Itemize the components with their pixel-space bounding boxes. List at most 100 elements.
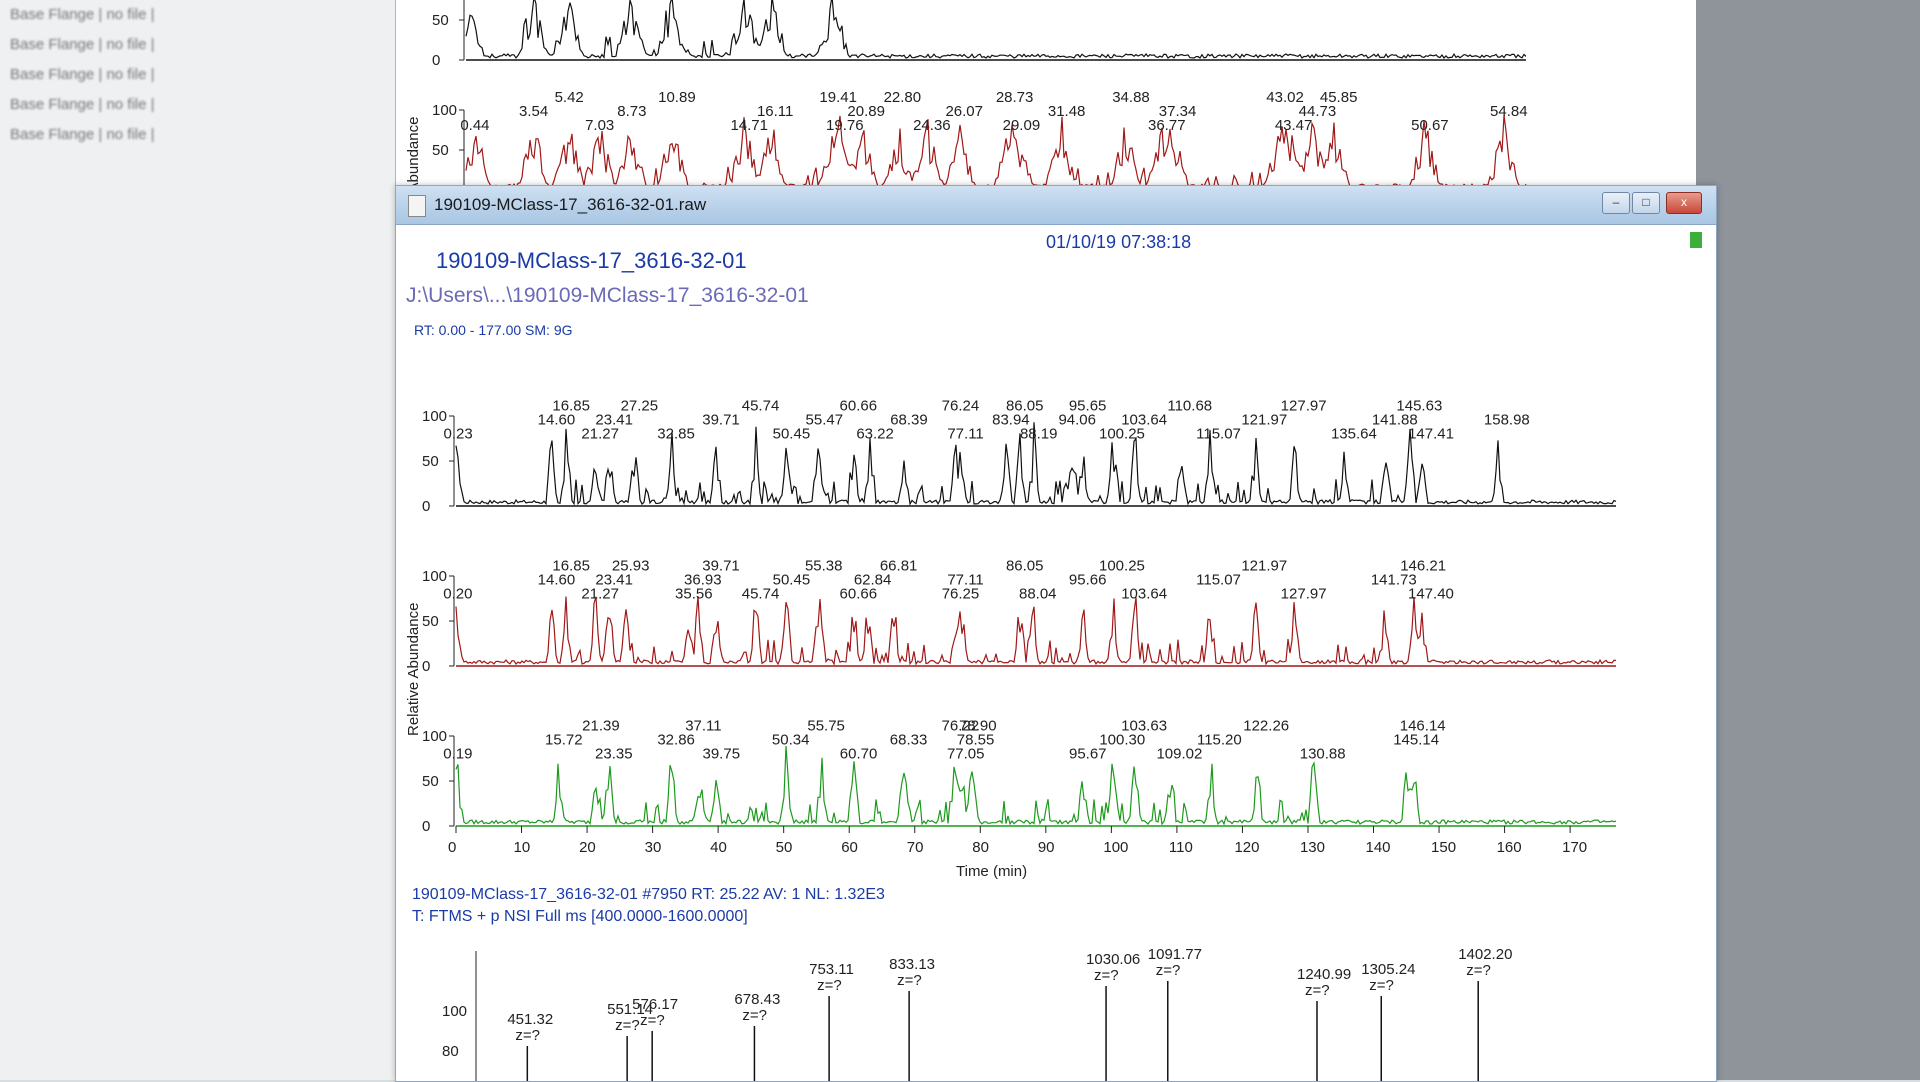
trace-1-peak-label: 95.65 bbox=[1069, 398, 1107, 415]
trace-1-peak-label: 68.39 bbox=[890, 412, 928, 429]
x-tick-label: 70 bbox=[907, 839, 924, 856]
spectrum-charge-label: z=? bbox=[1466, 962, 1491, 979]
trace-1-peak-label: 55.47 bbox=[806, 412, 844, 429]
list-item[interactable]: Base Flange | no file | bbox=[10, 60, 385, 90]
trace-2-peak-label: 77.11 bbox=[947, 572, 983, 589]
bg-trace-2-peak-label: 45.85 bbox=[1320, 89, 1358, 106]
spectrum-peak-label: 1030.06 bbox=[1086, 951, 1140, 968]
file-title: 190109-MClass-17_3616-32-01 bbox=[436, 248, 747, 273]
y-axis-label: Relative Abundance bbox=[405, 603, 422, 736]
x-tick-label: 120 bbox=[1234, 839, 1259, 856]
trace-1-peak-label: 0.23 bbox=[444, 426, 473, 443]
spectrum-peak-label: 753.11 bbox=[809, 961, 854, 978]
trace-2-peak-label: 146.21 bbox=[1400, 558, 1446, 575]
bg-trace-2-peak-label: 8.73 bbox=[617, 103, 646, 120]
x-tick-label: 80 bbox=[972, 839, 989, 856]
file-path: J:\Users\...\190109-MClass-17_3616-32-01 bbox=[406, 284, 809, 307]
bg-trace-1-peak-label: 8.73 bbox=[617, 0, 646, 4]
bg-trace-2-peak-label: 16.11 bbox=[757, 103, 793, 120]
trace-3-peak-label: 39.75 bbox=[703, 746, 741, 763]
chromatogram-window[interactable]: 190109-MClass-17_3616-32-01.raw – □ x 01… bbox=[395, 185, 1717, 1082]
trace-1-peak-label: 39.71 bbox=[702, 412, 740, 429]
trace-2-peak-label: 25.93 bbox=[612, 558, 650, 575]
bg-trace-2-peak-label: 20.89 bbox=[847, 103, 885, 120]
trace-1-peak-label: 88.19 bbox=[1020, 426, 1058, 443]
x-tick-label: 50 bbox=[776, 839, 793, 856]
trace-1-peak-label: 32.85 bbox=[657, 426, 695, 443]
x-tick-label: 10 bbox=[514, 839, 531, 856]
chromatogram-plot[interactable]: 0501000.2314.6016.8521.2723.4127.2532.85… bbox=[396, 336, 1716, 916]
x-tick-label: 160 bbox=[1497, 839, 1522, 856]
spectrum-charge-label: z=? bbox=[615, 1017, 640, 1034]
spectrum-peak-label: 1402.20 bbox=[1458, 946, 1512, 963]
trace-2-peak-label: 55.38 bbox=[805, 558, 843, 575]
trace-3-peak-label: 55.75 bbox=[807, 718, 845, 735]
x-axis-label: Time (min) bbox=[956, 863, 1027, 880]
x-tick-label: 170 bbox=[1562, 839, 1587, 856]
mass-spectrum-plot[interactable]: 80100 451.32z=?551.14z=?576.17z=?678.43z=… bbox=[396, 931, 1716, 1081]
minimize-button[interactable]: – bbox=[1602, 192, 1630, 214]
bg-trace-2-peak-label: 7.03 bbox=[585, 117, 614, 134]
bg-trace-2-peak-label: 31.48 bbox=[1048, 103, 1086, 120]
x-tick-label: 40 bbox=[710, 839, 727, 856]
bg-trace-2-peak-label: 10.89 bbox=[658, 89, 696, 106]
chromatogram-y-tick-label: 0 bbox=[422, 818, 430, 835]
trace-1-peak-label: 63.22 bbox=[856, 426, 894, 443]
bg-trace-2-peak-label: 50.67 bbox=[1411, 117, 1449, 134]
chromatogram-y-tick-label: 100 bbox=[422, 408, 447, 425]
trace-1-peak-label: 115.07 bbox=[1196, 426, 1241, 443]
status-indicator bbox=[1690, 232, 1702, 248]
trace-1-peak-label: 76.24 bbox=[942, 398, 980, 415]
spectrum-charge-label: z=? bbox=[515, 1027, 540, 1044]
chromatogram-y-tick-label: 50 bbox=[422, 453, 439, 470]
bg-trace-2-peak-label: 26.07 bbox=[945, 103, 983, 120]
bg-trace-2-line bbox=[465, 115, 1527, 190]
x-tick-label: 130 bbox=[1300, 839, 1325, 856]
bg-trace-1-peak-label: 0.15 bbox=[455, 0, 484, 4]
window-titlebar[interactable]: 190109-MClass-17_3616-32-01.raw – □ x bbox=[396, 186, 1716, 225]
bg-trace-1-peak-label: 16.11 bbox=[757, 0, 793, 4]
trace-1-peak-label: 60.66 bbox=[840, 398, 878, 415]
trace-3-peak-label: 60.70 bbox=[840, 746, 878, 763]
bg-trace-2-peak-label: 5.42 bbox=[555, 89, 584, 106]
trace-1-peak-label: 103.64 bbox=[1121, 412, 1167, 429]
x-tick-label: 0 bbox=[448, 839, 456, 856]
spectrum-scan-filter: T: FTMS + p NSI Full ms [400.0000-1600.0… bbox=[412, 908, 748, 925]
trace-3-peak-label: 115.20 bbox=[1197, 732, 1242, 749]
trace-1-peak-label: 147.41 bbox=[1408, 426, 1454, 443]
trace-3-peak-label: 50.34 bbox=[772, 732, 810, 749]
spectrum-charge-label: z=? bbox=[1094, 967, 1119, 984]
trace-2-peak-label: 103.64 bbox=[1121, 586, 1167, 603]
list-item[interactable]: Base Flange | no file | bbox=[10, 120, 385, 150]
chromatogram-y-tick-label: 100 bbox=[422, 568, 447, 585]
list-item[interactable]: Base Flange | no file | bbox=[10, 30, 385, 60]
trace-3-peak-label: 109.02 bbox=[1156, 746, 1202, 763]
trace-1-peak-label: 16.85 bbox=[552, 398, 590, 415]
list-item[interactable]: Base Flange | no file | bbox=[10, 90, 385, 120]
trace-3-peak-label: 103.63 bbox=[1121, 718, 1167, 735]
trace-3-peak-label: 130.88 bbox=[1300, 746, 1346, 763]
spectrum-peak-label: 576.17 bbox=[632, 996, 678, 1013]
trace-2-peak-label: 147.40 bbox=[1408, 586, 1454, 603]
spectrum-charge-label: z=? bbox=[1369, 977, 1394, 994]
spectrum-peak-label: 451.32 bbox=[507, 1011, 553, 1028]
trace-3-peak-label: 23.35 bbox=[595, 746, 633, 763]
maximize-button[interactable]: □ bbox=[1632, 192, 1660, 214]
trace-2-peak-label: 16.85 bbox=[552, 558, 590, 575]
file-header: 01/10/19 07:38:18 190109-MClass-17_3616-… bbox=[396, 224, 1716, 314]
list-item[interactable]: Base Flange | no file | bbox=[10, 0, 385, 30]
trace-2-peak-label: 127.97 bbox=[1281, 586, 1327, 603]
spectrum-title: 190109-MClass-17_3616-32-01 #7950 RT: 25… bbox=[412, 886, 885, 903]
x-tick-label: 150 bbox=[1431, 839, 1456, 856]
bg-trace-2-peak-label: 28.73 bbox=[996, 89, 1034, 106]
spectrum-charge-label: z=? bbox=[817, 977, 842, 994]
trace-1-peak-label: 145.63 bbox=[1396, 398, 1442, 415]
close-button[interactable]: x bbox=[1666, 192, 1702, 214]
trace-2-peak-label: 39.71 bbox=[702, 558, 740, 575]
spectrum-y-tick-label: 80 bbox=[442, 1043, 459, 1060]
trace-1-peak-label: 135.64 bbox=[1331, 426, 1377, 443]
trace-3-peak-label: 146.14 bbox=[1400, 718, 1446, 735]
trace-3-peak-label: 15.72 bbox=[545, 732, 583, 749]
trace-1-peak-label: 127.97 bbox=[1281, 398, 1327, 415]
trace-3-peak-label: 78.90 bbox=[959, 718, 997, 735]
